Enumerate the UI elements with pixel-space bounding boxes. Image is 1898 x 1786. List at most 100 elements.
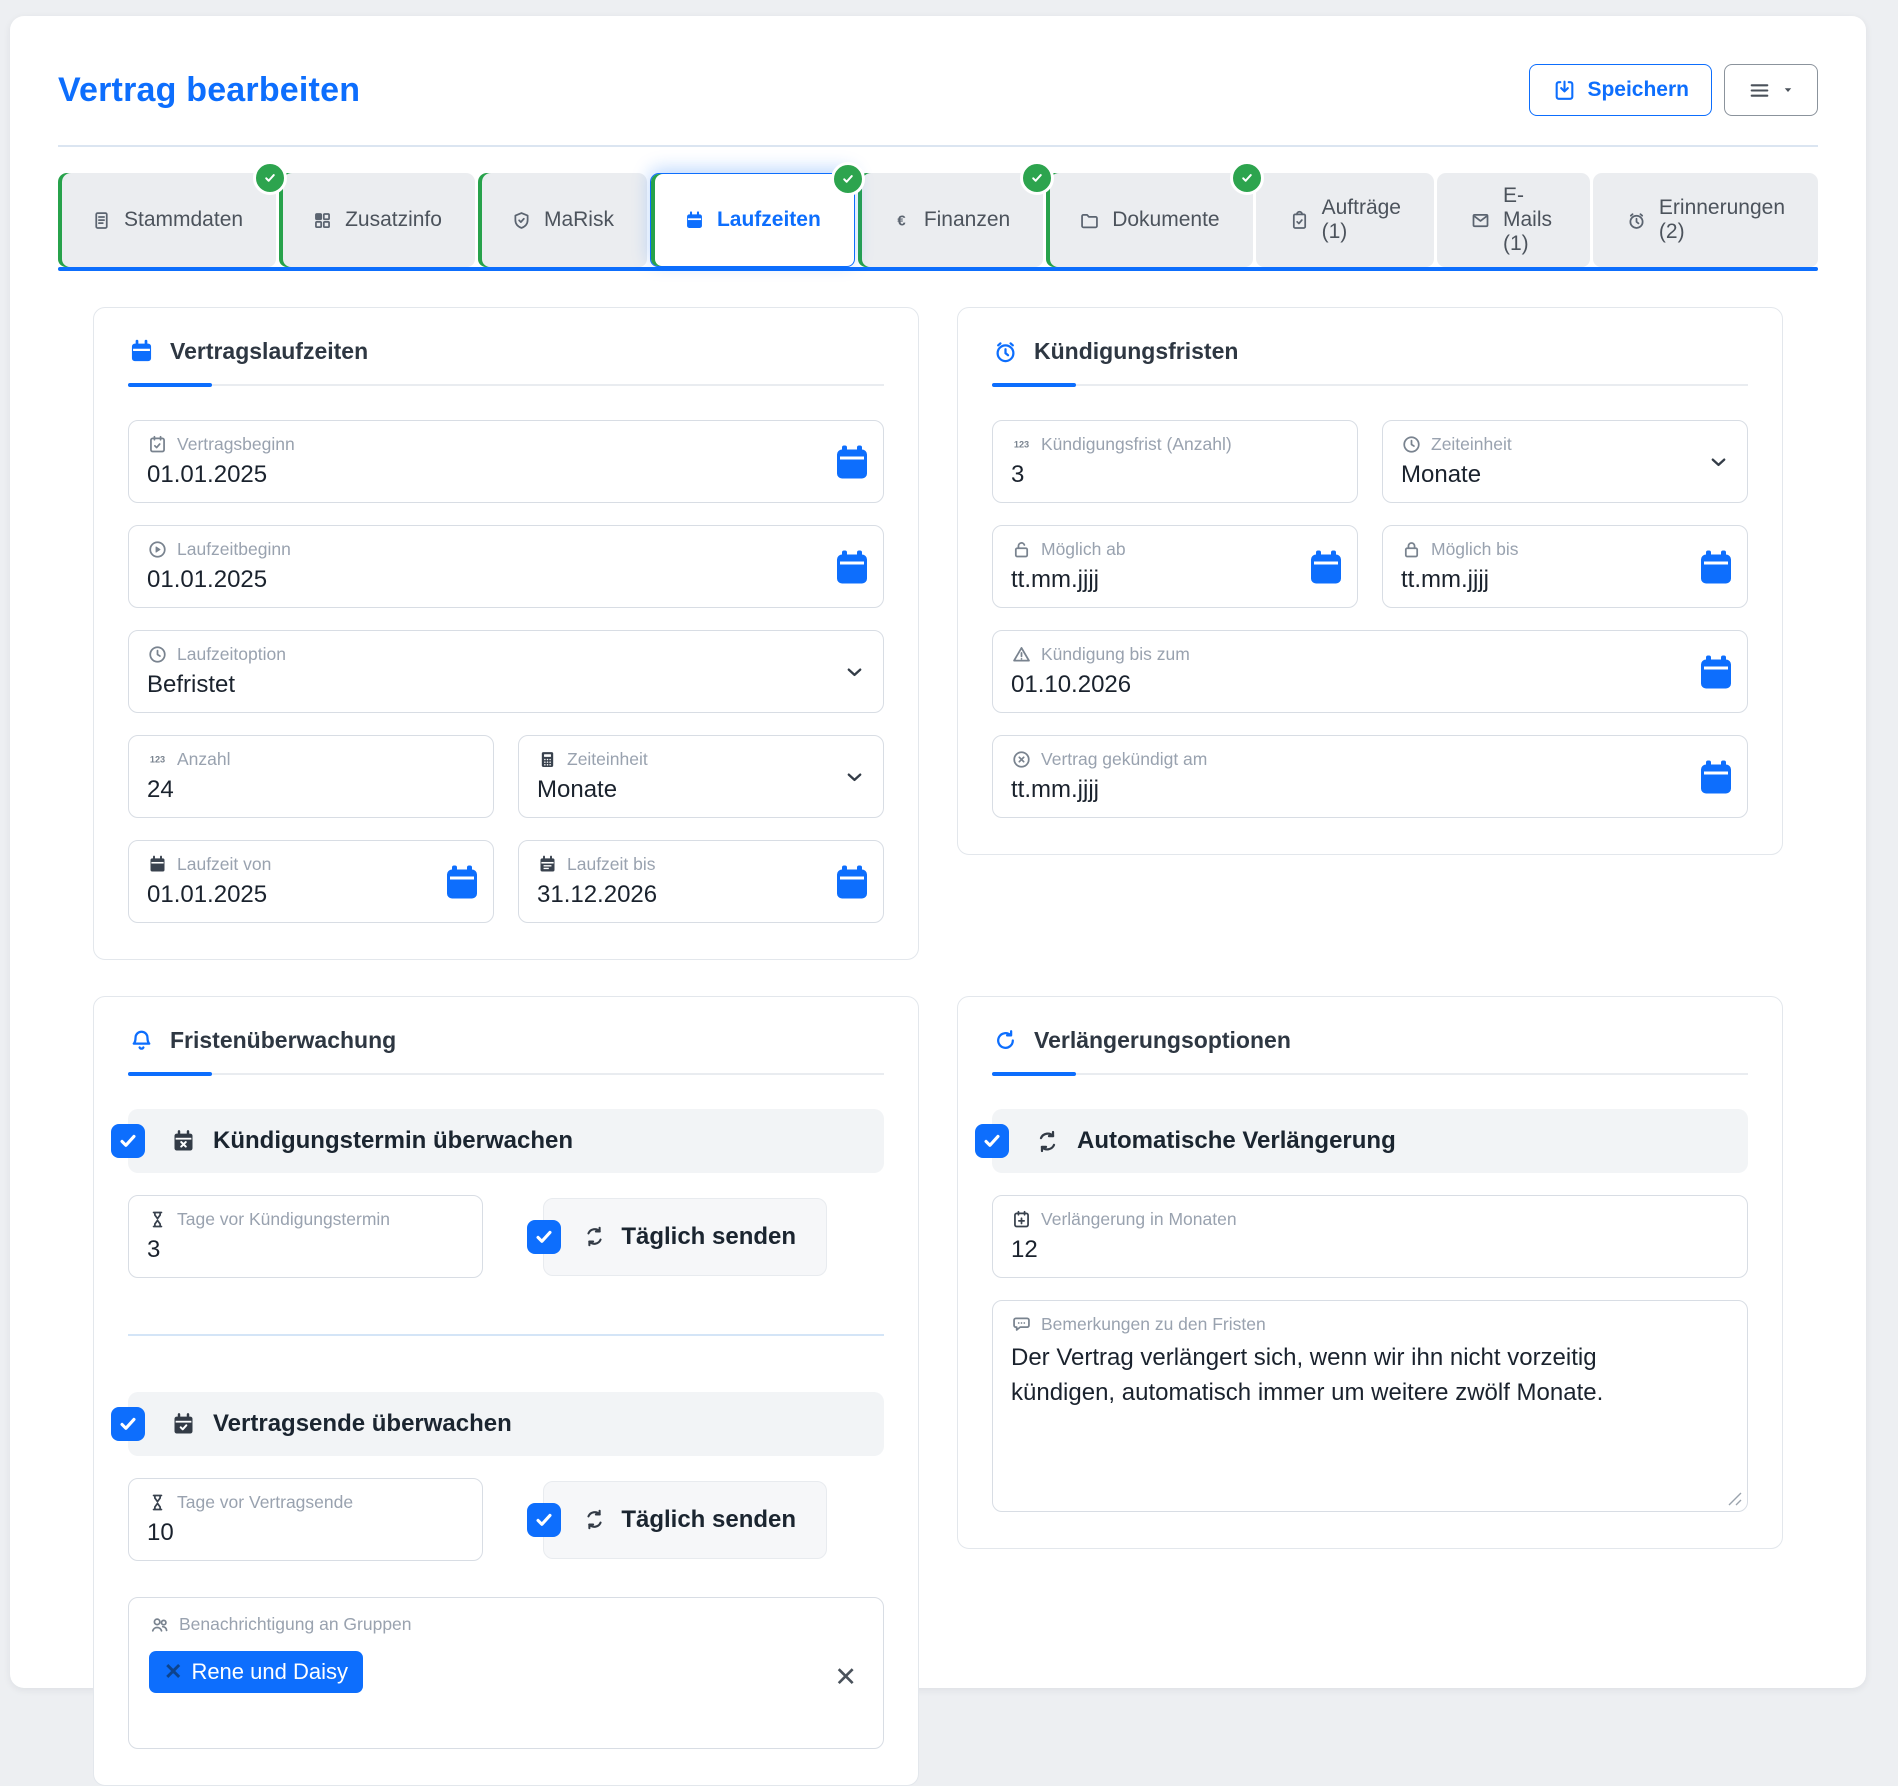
field-label: Benachrichtigung an Gruppen [179, 1614, 412, 1635]
datepicker-icon[interactable] [837, 445, 867, 478]
laufzeitoption-select[interactable]: Laufzeitoption Befristet [128, 630, 884, 713]
field-value: 24 [147, 776, 433, 804]
field-value: 01.01.2025 [147, 566, 823, 594]
datepicker-icon[interactable] [1701, 655, 1731, 688]
field-value: 01.01.2025 [147, 881, 433, 909]
tab-dokumente[interactable]: Dokumente [1046, 173, 1252, 267]
laufzeitbeginn-field[interactable]: Laufzeitbeginn 01.01.2025 [128, 525, 884, 608]
calendar-fill-icon [147, 854, 168, 875]
zeiteinheit-select[interactable]: Zeiteinheit Monate [1382, 420, 1748, 503]
datepicker-icon[interactable] [837, 865, 867, 898]
vertragsende-checkbox[interactable] [111, 1407, 145, 1441]
datepicker-icon[interactable] [1701, 760, 1731, 793]
check-icon [263, 171, 277, 185]
taeglich-senden-checkbox-2[interactable] [527, 1503, 561, 1537]
vertragsende-ueberwachen-row: Vertragsende überwachen [128, 1392, 884, 1456]
laufzeit-bis-field[interactable]: Laufzeit bis 31.12.2026 [518, 840, 884, 923]
tab-label: Erinnerungen (2) [1659, 196, 1785, 244]
datepicker-icon[interactable] [447, 865, 477, 898]
refresh-icon [1034, 1128, 1061, 1155]
tab-laufzeiten[interactable]: Laufzeiten [650, 173, 855, 267]
moeglich-ab-field[interactable]: Möglich ab tt.mm.jjjj [992, 525, 1358, 608]
tab-complete-badge [1230, 161, 1264, 195]
tab-marisk[interactable]: MaRisk [478, 173, 647, 267]
kuendigung-bis-zum-field[interactable]: Kündigung bis zum 01.10.2026 [992, 630, 1748, 713]
bell-icon [128, 1027, 155, 1054]
x-circle-icon [1011, 749, 1032, 770]
tab-zusatzinfo[interactable]: Zusatzinfo [279, 173, 475, 267]
laufzeit-von-field[interactable]: Laufzeit von 01.01.2025 [128, 840, 494, 923]
toggle-label: Täglich senden [621, 1223, 796, 1251]
check-icon [1240, 171, 1254, 185]
field-value: Befristet [147, 671, 823, 699]
tab-content: Vertragslaufzeiten Vertragsbeginn 01.01.… [58, 307, 1818, 1786]
taeglich-senden-checkbox[interactable] [527, 1220, 561, 1254]
field-label: Verlängerung in Monaten [1041, 1209, 1237, 1230]
chevron-down-icon [1707, 450, 1730, 473]
active-tab-underline [58, 267, 1818, 271]
caret-down-icon [1781, 83, 1795, 97]
field-label: Vertragsbeginn [177, 434, 295, 455]
numbers-icon: 123 [1011, 434, 1032, 455]
tage-vor-vertragsende-field[interactable]: Tage vor Vertragsende 10 [128, 1478, 483, 1561]
tab-emails[interactable]: E-Mails (1) [1437, 173, 1590, 267]
datepicker-icon[interactable] [1311, 550, 1341, 583]
save-icon [1552, 78, 1577, 103]
field-value: 01.01.2025 [147, 461, 823, 489]
field-label: Vertrag gekündigt am [1041, 749, 1207, 770]
svg-text:123: 123 [150, 755, 165, 765]
clock-icon [147, 644, 168, 665]
tab-label: MaRisk [544, 208, 614, 232]
zeiteinheit-select[interactable]: Zeiteinheit Monate [518, 735, 884, 818]
calendar-check-icon [147, 434, 168, 455]
remove-tag-icon[interactable]: ✕ [164, 1661, 182, 1683]
tage-vor-kuendigungstermin-field[interactable]: Tage vor Kündigungstermin 3 [128, 1195, 483, 1278]
datepicker-icon[interactable] [837, 550, 867, 583]
card-fristenueberwachung: Fristenüberwachung Kündigungstermin über… [93, 996, 919, 1786]
toggle-label: Kündigungstermin überwachen [213, 1127, 573, 1155]
card-verlaengerungsoptionen: Verlängerungsoptionen Automatische Verlä… [957, 996, 1783, 1549]
vertrag-gekuendigt-am-field[interactable]: Vertrag gekündigt am tt.mm.jjjj [992, 735, 1748, 818]
field-label: Laufzeit von [177, 854, 271, 875]
more-actions-button[interactable] [1724, 64, 1818, 116]
vertragsbeginn-field[interactable]: Vertragsbeginn 01.01.2025 [128, 420, 884, 503]
tab-erinnerungen[interactable]: Erinnerungen (2) [1593, 173, 1818, 267]
field-value: Monate [1401, 461, 1687, 489]
card-kuendigungsfristen: Kündigungsfristen 123Kündigungsfrist (An… [957, 307, 1783, 855]
bemerkungen-textarea[interactable]: Bemerkungen zu den Fristen Der Vertrag v… [992, 1300, 1748, 1512]
save-button[interactable]: Speichern [1529, 64, 1712, 116]
tab-stammdaten[interactable]: Stammdaten [58, 173, 276, 267]
toggle-label: Automatische Verlängerung [1077, 1127, 1396, 1155]
header-divider [58, 145, 1818, 147]
field-value: Der Vertrag verlängert sich, wenn wir ih… [1011, 1341, 1666, 1411]
group-tag[interactable]: ✕ Rene und Daisy [149, 1651, 363, 1693]
field-value: Monate [537, 776, 823, 804]
kuendigungsfrist-anzahl-field[interactable]: 123Kündigungsfrist (Anzahl) 3 [992, 420, 1358, 503]
tab-label: E-Mails (1) [1503, 184, 1557, 256]
tab-auftraege[interactable]: Aufträge (1) [1256, 173, 1434, 267]
page-header: Vertrag bearbeiten Speichern [58, 62, 1818, 118]
anzahl-field[interactable]: 123Anzahl 24 [128, 735, 494, 818]
edit-contract-window: Vertrag bearbeiten Speichern Stammdaten … [10, 16, 1866, 1688]
benachrichtigung-gruppen-field[interactable]: Benachrichtigung an Gruppen ✕ Rene und D… [128, 1597, 884, 1749]
menu-icon [1747, 78, 1772, 103]
check-icon [117, 1130, 139, 1152]
datepicker-icon[interactable] [1701, 550, 1731, 583]
play-circle-icon [147, 539, 168, 560]
moeglich-bis-field[interactable]: Möglich bis tt.mm.jjjj [1382, 525, 1748, 608]
verlaengerung-monate-field[interactable]: Verlängerung in Monaten 12 [992, 1195, 1748, 1278]
card-title: Vertragslaufzeiten [170, 338, 368, 365]
auto-verlaengerung-checkbox[interactable] [975, 1124, 1009, 1158]
section-divider [128, 1334, 884, 1336]
clear-groups-icon[interactable]: ✕ [834, 1664, 857, 1691]
tab-finanzen[interactable]: € Finanzen [858, 173, 1043, 267]
field-label: Bemerkungen zu den Fristen [1041, 1314, 1266, 1335]
field-label: Laufzeitbeginn [177, 539, 291, 560]
kuendigungstermin-checkbox[interactable] [111, 1124, 145, 1158]
refresh-icon [582, 1224, 607, 1249]
calendar-x-filled-icon [170, 1128, 197, 1155]
chevron-down-icon [843, 660, 866, 683]
tab-bar: Stammdaten Zusatzinfo MaRisk Laufzeiten … [58, 173, 1818, 267]
card-title-rule [128, 384, 884, 386]
resize-handle-icon[interactable] [1728, 1492, 1742, 1506]
